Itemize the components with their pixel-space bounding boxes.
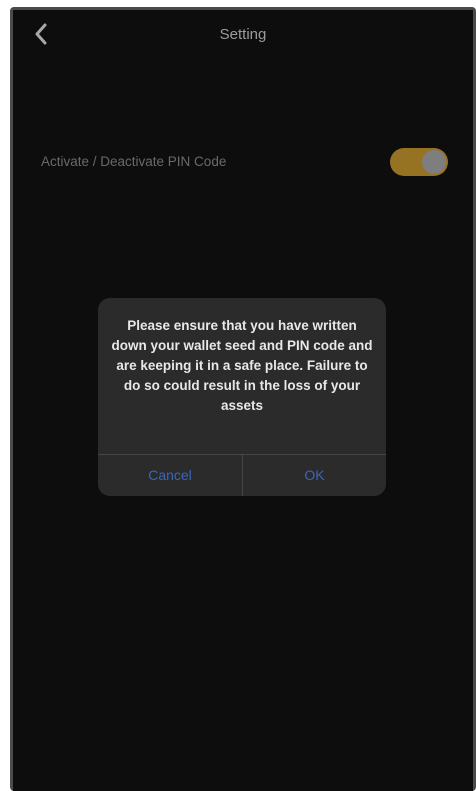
cancel-button[interactable]: Cancel	[98, 455, 242, 496]
confirm-dialog: Please ensure that you have written down…	[98, 298, 386, 496]
phone-frame: Setting Activate / Deactivate PIN Code P…	[10, 7, 476, 791]
ok-button[interactable]: OK	[243, 455, 386, 496]
app-screen: Setting Activate / Deactivate PIN Code P…	[13, 10, 473, 791]
dialog-message: Please ensure that you have written down…	[111, 318, 373, 413]
